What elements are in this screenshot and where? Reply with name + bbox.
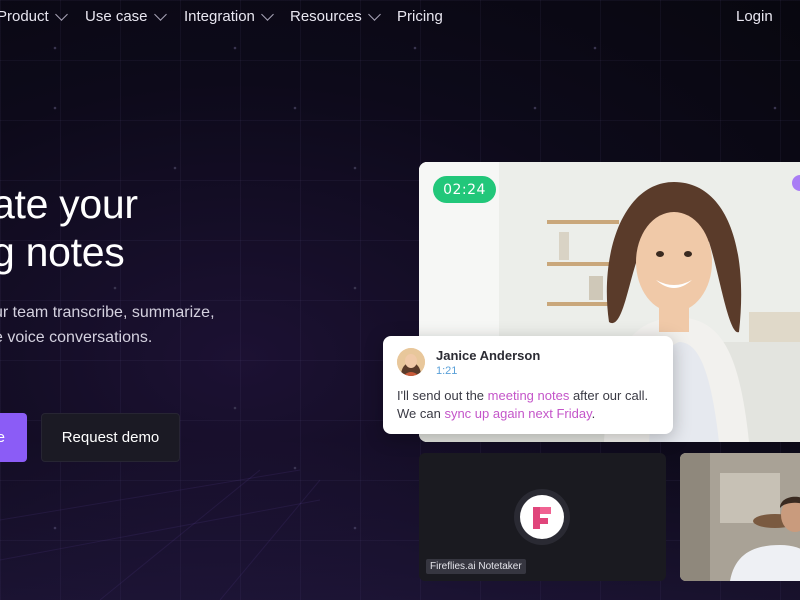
nav-item-label: Resources: [290, 8, 362, 25]
nav-item-label: Product: [0, 8, 49, 25]
transcript-highlight: meeting notes: [487, 388, 570, 403]
login-label: Login: [736, 8, 773, 25]
primary-cta-button[interactable]: e: [0, 413, 27, 462]
transcript-text-part: I'll send out the: [397, 388, 488, 403]
nav-item-pricing[interactable]: Pricing: [397, 8, 443, 25]
nav-item-label: Integration: [184, 8, 255, 25]
avatar-icon: [397, 348, 425, 376]
transcript-highlight: sync up again next Friday: [444, 406, 592, 421]
call-timer: 02:24: [433, 176, 496, 203]
nav-item-resources[interactable]: Resources: [290, 7, 381, 25]
top-nav: Product Use case Integration Resources P…: [0, 0, 800, 34]
participant-video-tile: [680, 453, 800, 581]
nav-item-integration[interactable]: Integration: [184, 7, 274, 25]
transcript-card: Janice Anderson 1:21 I'll send out the m…: [383, 336, 673, 434]
hero-headline: ate your g notes: [0, 180, 138, 276]
request-demo-label: Request demo: [61, 429, 160, 446]
login-link[interactable]: Login: [736, 8, 773, 25]
nav-item-product[interactable]: Product: [0, 7, 68, 25]
call-timer-value: 02:24: [443, 181, 486, 198]
nav-item-use-case[interactable]: Use case: [85, 7, 167, 25]
transcript-text-part: .: [591, 406, 596, 421]
speaker-name: Janice Anderson: [436, 348, 541, 363]
fireflies-logo-icon: [520, 495, 564, 539]
speaker-timestamp: 1:21: [436, 365, 458, 377]
headline-line-1: ate your: [0, 181, 138, 227]
request-demo-button[interactable]: Request demo: [41, 413, 180, 462]
chevron-down-icon: [367, 7, 381, 21]
nav-item-label: Pricing: [397, 8, 443, 25]
primary-cta-label: e: [0, 429, 5, 446]
transcript-text: I'll send out the meeting notes after ou…: [397, 387, 667, 423]
chevron-down-icon: [153, 7, 167, 21]
nav-item-label: Use case: [85, 8, 148, 25]
chevron-down-icon: [261, 7, 274, 21]
headline-line-2: g notes: [0, 229, 125, 275]
hero-subtext: ur team transcribe, summarize, e voice c…: [0, 300, 215, 350]
participant-image: [680, 453, 800, 581]
subtext-line-1: ur team transcribe, summarize,: [0, 304, 215, 321]
subtext-line-2: e voice conversations.: [0, 329, 153, 346]
notetaker-label: Fireflies.ai Notetaker: [426, 559, 526, 574]
chevron-down-icon: [54, 7, 68, 21]
